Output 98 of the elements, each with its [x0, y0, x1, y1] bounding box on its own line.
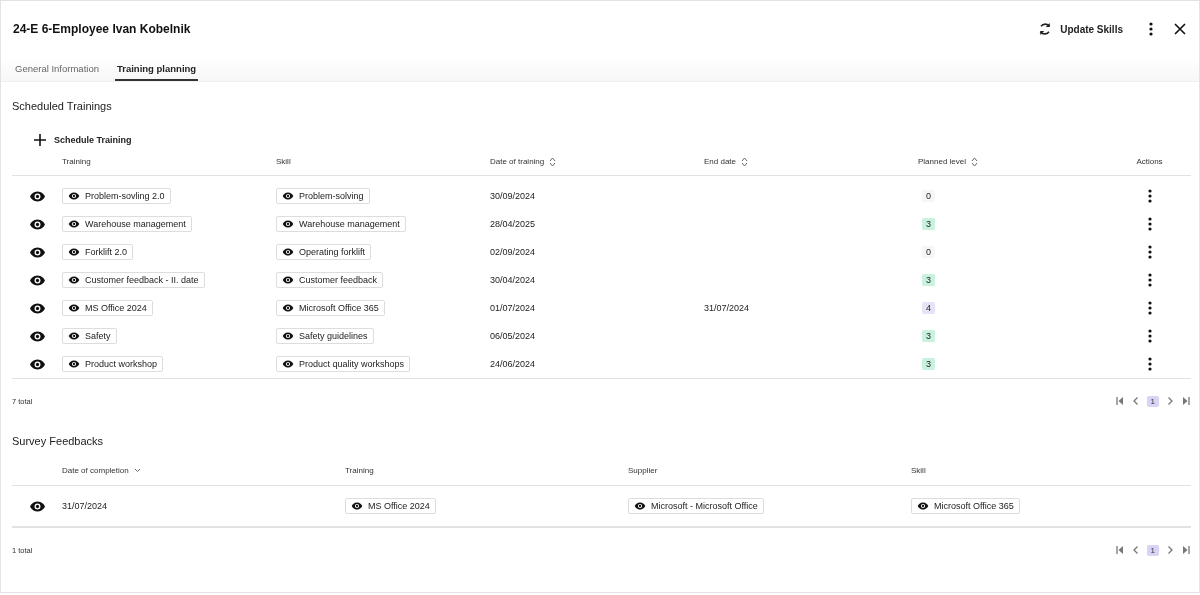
chip-label: Product workshop	[85, 359, 158, 369]
link-chip[interactable]: Microsoft - Microsoft Office	[628, 498, 764, 514]
date-cell: 30/09/2024	[490, 191, 536, 201]
eye-icon	[282, 330, 294, 342]
chip-label: Microsoft Office 365	[299, 303, 379, 313]
column-header: Skill	[276, 157, 291, 166]
eye-icon	[68, 190, 80, 202]
page-button[interactable]: 1	[1146, 544, 1159, 556]
chip-label: Problem-sovling 2.0	[85, 191, 165, 201]
link-chip[interactable]: Warehouse management	[62, 216, 192, 232]
level-badge: 0	[922, 190, 935, 202]
chip-label: Forklift 2.0	[85, 247, 127, 257]
chip-label: MS Office 2024	[85, 303, 147, 313]
chip-label: Safety	[85, 331, 111, 341]
last-page-icon[interactable]	[1181, 396, 1191, 406]
update-skills-button[interactable]: Update Skills	[1031, 17, 1129, 41]
chip-label: MS Office 2024	[368, 501, 430, 511]
link-chip[interactable]: Product workshop	[62, 356, 164, 372]
schedule-training-button[interactable]: Schedule Training	[34, 132, 132, 148]
link-chip[interactable]: Microsoft Office 365	[276, 300, 385, 316]
close-icon[interactable]	[1173, 22, 1187, 36]
column-header: Training	[62, 157, 91, 166]
level-badge: 3	[922, 274, 935, 286]
link-chip[interactable]: Problem-sovling 2.0	[62, 188, 171, 204]
level-badge: 3	[922, 330, 935, 342]
chip-label: Problem-solving	[299, 191, 364, 201]
last-page-icon[interactable]	[1181, 545, 1191, 555]
next-page-icon[interactable]	[1165, 545, 1175, 555]
date-cell: 24/06/2024	[490, 359, 536, 369]
page-button[interactable]: 1	[1146, 395, 1159, 407]
sort-icon[interactable]	[549, 156, 557, 167]
level-badge: 3	[922, 358, 935, 370]
column-header[interactable]: End date	[704, 157, 737, 166]
link-chip[interactable]: Microsoft Office 365	[911, 498, 1020, 514]
eye-icon	[282, 302, 294, 314]
plus-icon	[34, 134, 46, 146]
date-cell: 02/09/2024	[490, 247, 536, 257]
date-cell: 06/05/2024	[490, 331, 536, 341]
eye-icon	[634, 500, 646, 512]
eye-icon	[282, 358, 294, 370]
eye-icon	[282, 218, 294, 230]
first-page-icon[interactable]	[1114, 396, 1125, 406]
link-chip[interactable]: MS Office 2024	[345, 498, 436, 514]
link-chip[interactable]: Customer feedback - II. date	[62, 272, 205, 288]
column-header[interactable]: Date of completion	[62, 465, 129, 475]
eye-icon	[351, 500, 363, 512]
column-header: Skill	[911, 465, 926, 475]
column-header: Training	[345, 465, 374, 475]
column-header[interactable]: Planned level	[918, 157, 967, 166]
level-badge: 3	[922, 218, 935, 230]
link-chip[interactable]: Customer feedback	[276, 272, 384, 288]
section-title: Survey Feedbacks	[12, 435, 105, 447]
window-title: 24-E 6-Employee Ivan Kobelnik	[13, 22, 191, 36]
date-cell: 28/04/2025	[490, 219, 536, 229]
eye-icon	[282, 190, 294, 202]
date-cell: 31/07/2024	[62, 501, 108, 511]
level-badge: 0	[922, 246, 935, 258]
chip-label: Product quality workshops	[299, 359, 405, 369]
link-chip[interactable]: Forklift 2.0	[62, 244, 133, 260]
eye-icon	[917, 500, 929, 512]
chip-label: Warehouse management	[85, 219, 186, 229]
link-chip[interactable]: MS Office 2024	[62, 300, 153, 316]
first-page-icon[interactable]	[1114, 545, 1125, 555]
chip-label: Microsoft Office 365	[934, 501, 1014, 511]
eye-icon	[282, 274, 294, 286]
link-chip[interactable]: Problem-solving	[276, 188, 370, 204]
column-header: Actions	[1136, 157, 1163, 166]
chip-label: Operating forklift	[299, 247, 366, 257]
eye-icon	[68, 302, 80, 314]
eye-icon	[282, 246, 294, 258]
chip-label: Safety guidelines	[299, 331, 368, 341]
date-cell: 31/07/2024	[704, 303, 750, 313]
eye-icon	[68, 246, 80, 258]
link-chip[interactable]: Warehouse management	[276, 216, 406, 232]
tab[interactable]: General Information	[13, 57, 101, 81]
eye-icon	[68, 274, 80, 286]
date-cell: 30/04/2024	[490, 275, 536, 285]
column-header[interactable]: Date of training	[490, 157, 545, 166]
chip-label: Customer feedback	[299, 275, 378, 285]
link-chip[interactable]: Operating forklift	[276, 244, 372, 260]
chip-label: Customer feedback - II. date	[85, 275, 199, 285]
tab[interactable]: Training planning	[114, 57, 199, 81]
sort-icon[interactable]	[971, 156, 979, 167]
chip-label: Warehouse management	[299, 219, 400, 229]
sort-down-icon[interactable]	[133, 467, 141, 473]
column-header: Supplier	[628, 465, 658, 475]
link-chip[interactable]: Safety guidelines	[276, 328, 374, 344]
link-chip[interactable]: Safety	[62, 328, 117, 344]
section-title: Scheduled Trainings	[12, 100, 113, 112]
sort-icon[interactable]	[741, 156, 749, 167]
eye-icon	[68, 358, 80, 370]
level-badge: 4	[922, 302, 935, 314]
chip-label: Microsoft - Microsoft Office	[651, 501, 758, 511]
next-page-icon[interactable]	[1165, 396, 1175, 406]
eye-icon	[68, 218, 80, 230]
date-cell: 01/07/2024	[490, 303, 536, 313]
eye-icon	[68, 330, 80, 342]
link-chip[interactable]: Product quality workshops	[276, 356, 411, 372]
